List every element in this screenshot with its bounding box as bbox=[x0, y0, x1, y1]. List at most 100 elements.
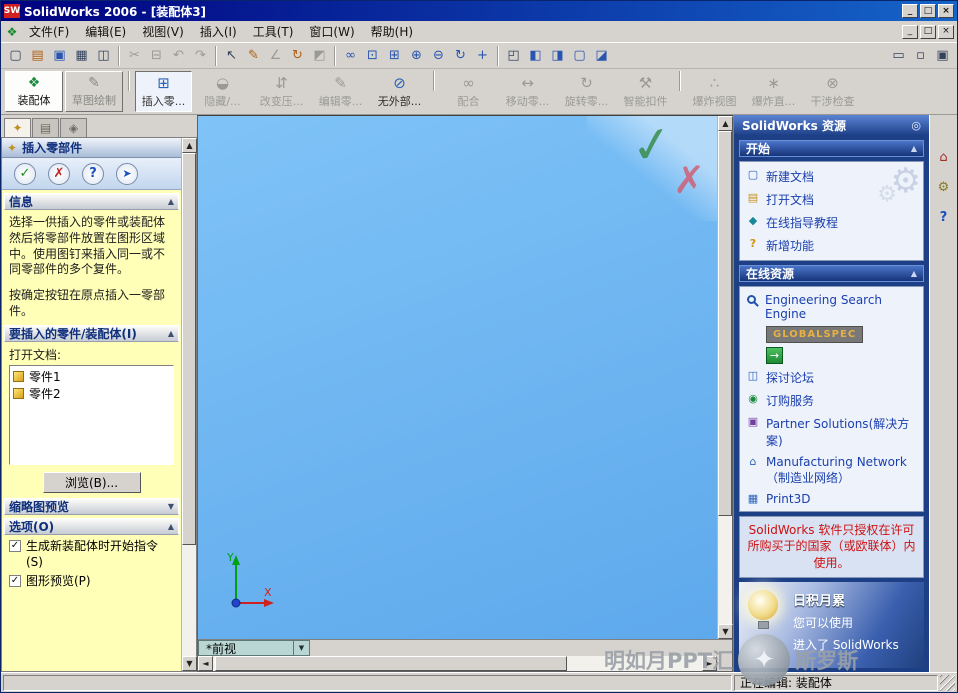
print-icon[interactable]: ▦ bbox=[71, 45, 92, 66]
resize-grip[interactable] bbox=[940, 674, 955, 691]
home-icon[interactable]: ⌂ bbox=[933, 147, 955, 167]
scrollbar-track[interactable] bbox=[182, 153, 196, 656]
start-item-online-tutorials[interactable]: ◆ 在线指导教程 bbox=[746, 211, 917, 234]
menu-help[interactable]: 帮助(H) bbox=[364, 21, 420, 42]
collapse-arrow-icon[interactable]: ▲ bbox=[168, 522, 174, 531]
select-icon[interactable]: ↖ bbox=[221, 45, 242, 66]
help-button[interactable]: ? bbox=[82, 162, 104, 185]
rebuild-icon[interactable]: ↻ bbox=[287, 45, 308, 66]
gear-icon[interactable]: ⚙ bbox=[933, 177, 955, 197]
list-item-part1[interactable]: 零件1 bbox=[13, 368, 170, 385]
zoom-area-icon[interactable]: ⊡ bbox=[362, 45, 383, 66]
online-link-partner-solutions[interactable]: ▣ Partner Solutions(解决方案) bbox=[746, 412, 917, 452]
online-link-print3d[interactable]: ▦ Print3D bbox=[746, 489, 917, 509]
assembly-tab[interactable]: ❖ 装配体 bbox=[5, 71, 63, 112]
browse-button[interactable]: 浏览(B)... bbox=[42, 471, 141, 493]
mdi-restore-button[interactable]: □ bbox=[920, 24, 936, 39]
open-documents-list[interactable]: 零件1 零件2 bbox=[9, 364, 174, 465]
zoom-in-icon[interactable]: ⊕ bbox=[406, 45, 427, 66]
online-link-subscription[interactable]: ◉ 订购服务 bbox=[746, 389, 917, 412]
collapse-arrow-icon[interactable]: ▲ bbox=[911, 269, 917, 278]
scrollbar-thumb[interactable] bbox=[215, 656, 568, 671]
featuremanager-tab[interactable]: ▤ bbox=[32, 118, 59, 137]
expand-arrow-icon[interactable]: ▼ bbox=[168, 502, 174, 511]
scrollbar-track[interactable] bbox=[213, 656, 702, 671]
scroll-right-icon[interactable]: ► bbox=[702, 656, 717, 671]
start-command-checkbox[interactable]: ✓ bbox=[9, 539, 21, 552]
mdi-minimize-button[interactable]: _ bbox=[902, 24, 918, 39]
pan-icon[interactable]: + bbox=[472, 45, 493, 66]
scroll-down-icon[interactable]: ▼ bbox=[718, 624, 733, 639]
front-view-config-tab[interactable]: *前视 bbox=[198, 640, 294, 656]
maximize-button[interactable]: □ bbox=[920, 4, 936, 18]
start-item-whats-new[interactable]: ? 新增功能 bbox=[746, 234, 917, 257]
graphics-preview-checkbox[interactable]: ✓ bbox=[9, 575, 21, 588]
configurationmanager-tab[interactable]: ◈ bbox=[60, 118, 87, 137]
scrollbar-thumb[interactable] bbox=[182, 153, 196, 546]
titlebar[interactable]: SW SolidWorks 2006 - [装配体3] _ □ × bbox=[1, 1, 957, 21]
insert-section-header[interactable]: 要插入的零件/装配体(I) ▲ bbox=[4, 324, 179, 342]
search-go-button[interactable]: → bbox=[766, 346, 783, 364]
sketch-icon[interactable]: ✎ bbox=[243, 45, 264, 66]
config-dropdown-icon[interactable]: ▼ bbox=[294, 640, 310, 656]
menu-tools[interactable]: 工具(T) bbox=[246, 21, 301, 42]
online-resources-section-header[interactable]: 在线资源 ▲ bbox=[739, 264, 924, 282]
scrollbar-thumb[interactable] bbox=[718, 131, 732, 516]
print-preview-icon[interactable]: ◫ bbox=[93, 45, 114, 66]
pushpin-button[interactable]: ➤ bbox=[116, 162, 138, 185]
search-engine-link[interactable]: Engineering Search Engine bbox=[746, 290, 917, 324]
online-link-manufacturing-network[interactable]: ⌂ Manufacturing Network（制造业网络） bbox=[746, 452, 917, 489]
list-item-part2[interactable]: 零件2 bbox=[13, 385, 170, 402]
viewport-horizontal-scrollbar[interactable]: ◄ ► bbox=[198, 656, 732, 671]
scrollbar-track[interactable] bbox=[718, 131, 732, 624]
new-document-icon[interactable]: ▢ bbox=[5, 45, 26, 66]
document-icon[interactable]: ❖ bbox=[4, 25, 20, 39]
menu-edit[interactable]: 编辑(E) bbox=[78, 21, 133, 42]
confirm-cancel-icon[interactable]: ✗ bbox=[673, 158, 705, 202]
thumbnail-section-header[interactable]: 缩略图预览 ▼ bbox=[4, 497, 179, 515]
wireframe-icon[interactable]: ▢ bbox=[569, 45, 590, 66]
shaded-view-icon[interactable]: ◧ bbox=[525, 45, 546, 66]
help-icon[interactable]: ? bbox=[933, 207, 955, 227]
graphics-area[interactable]: ✓ ✗ Y X bbox=[198, 113, 717, 639]
scroll-left-icon[interactable]: ◄ bbox=[198, 656, 213, 671]
sketch-tab[interactable]: ✎ 草图绘制 bbox=[65, 71, 123, 112]
cancel-button[interactable]: ✗ bbox=[48, 162, 70, 185]
section-view-icon[interactable]: ◪ bbox=[591, 45, 612, 66]
online-link-forum[interactable]: ◫ 探讨论坛 bbox=[746, 366, 917, 389]
viewport-vertical-scrollbar[interactable]: ▲ ▼ bbox=[717, 116, 733, 639]
menu-window[interactable]: 窗口(W) bbox=[302, 21, 361, 42]
open-document-icon[interactable]: ▤ bbox=[27, 45, 48, 66]
mdi-close-button[interactable]: × bbox=[938, 24, 954, 39]
start-section-header[interactable]: 开始 ▲ bbox=[739, 140, 924, 157]
menu-insert[interactable]: 插入(I) bbox=[193, 21, 244, 42]
scroll-up-icon[interactable]: ▲ bbox=[182, 138, 197, 153]
close-button[interactable]: × bbox=[938, 4, 954, 18]
ok-button[interactable]: ✓ bbox=[14, 162, 36, 185]
collapse-arrow-icon[interactable]: ▲ bbox=[168, 329, 174, 338]
confirm-ok-icon[interactable]: ✓ bbox=[627, 113, 677, 176]
panel-scrollbar[interactable]: ▲ ▼ bbox=[181, 138, 197, 671]
collapse-arrow-icon[interactable]: ▲ bbox=[168, 197, 174, 206]
task-pane-pin-icon[interactable]: ◎ bbox=[911, 119, 921, 132]
external-references-button[interactable]: ⊘ 无外部... bbox=[371, 71, 428, 112]
cascade-windows-icon[interactable]: ▫ bbox=[910, 45, 931, 66]
view-settings-icon[interactable]: ∞ bbox=[340, 45, 361, 66]
rotate-view-icon[interactable]: ↻ bbox=[450, 45, 471, 66]
message-section-header[interactable]: 信息 ▲ bbox=[4, 193, 179, 210]
scroll-down-icon[interactable]: ▼ bbox=[182, 656, 197, 671]
insert-component-button[interactable]: ⊞ 插入零... bbox=[135, 71, 192, 112]
fullscreen-icon[interactable]: ▣ bbox=[932, 45, 953, 66]
zoom-fit-icon[interactable]: ⊞ bbox=[384, 45, 405, 66]
tile-windows-icon[interactable]: ▭ bbox=[888, 45, 909, 66]
zoom-out-icon[interactable]: ⊖ bbox=[428, 45, 449, 66]
minimize-button[interactable]: _ bbox=[902, 4, 918, 18]
menu-file[interactable]: 文件(F) bbox=[22, 21, 76, 42]
options-section-header[interactable]: 选项(O) ▲ bbox=[4, 517, 179, 535]
view-orientation-icon[interactable]: ◰ bbox=[503, 45, 524, 66]
menu-view[interactable]: 视图(V) bbox=[135, 21, 191, 42]
start-item-open-document[interactable]: ▤ 打开文档 bbox=[746, 188, 917, 211]
hidden-lines-icon[interactable]: ◨ bbox=[547, 45, 568, 66]
start-item-new-document[interactable]: ▢ 新建文档 bbox=[746, 165, 917, 188]
scroll-up-icon[interactable]: ▲ bbox=[718, 116, 733, 131]
